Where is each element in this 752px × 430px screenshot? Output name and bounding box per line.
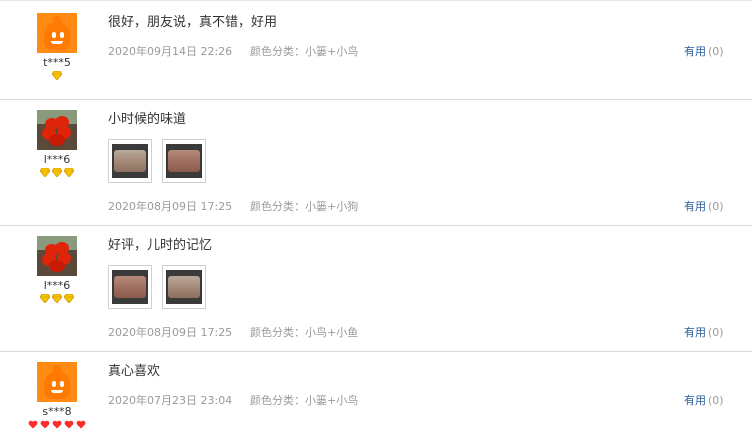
sku-variant: 颜色分类：小篓+小狗: [250, 200, 359, 213]
review-photo-thumbnail[interactable]: [162, 139, 206, 183]
review-date: 2020年07月23日 23:04: [108, 394, 233, 407]
sku-variant: 颜色分类：小篓+小鸟: [250, 45, 359, 58]
reviewer-info: t***5: [22, 13, 92, 81]
review-item: l***6 小时候的味道 2020年08月09日 17:25 颜色分类：小篓+小狗…: [0, 100, 752, 226]
avatar[interactable]: [37, 362, 77, 402]
review-text: 很好，朋友说，真不错，好用: [108, 15, 278, 30]
useful-vote: 有用 (0): [684, 200, 724, 214]
review-text: 小时候的味道: [108, 112, 187, 127]
review-item: l***6 好评，儿时的记忆 2020年08月09日 17:25 颜色分类：小鸟+…: [0, 226, 752, 352]
reviewer-info: s***8: [22, 362, 92, 430]
useful-button[interactable]: 有用: [684, 200, 706, 213]
review-text: 好评，儿时的记忆: [108, 238, 213, 253]
review-content: 小时候的味道: [108, 111, 216, 183]
diamond-icon: [52, 294, 62, 303]
reviewer-info: l***6: [22, 110, 92, 178]
buyer-rank-badge: [22, 294, 92, 304]
review-meta: 2020年09月14日 22:26 颜色分类：小篓+小鸟: [108, 45, 358, 59]
review-photo-thumbnail[interactable]: [108, 139, 152, 183]
review-meta: 2020年08月09日 17:25 颜色分类：小鸟+小鱼: [108, 326, 358, 340]
review-item: s***8 真心喜欢 2020年07月23日 23:04 颜色分类：小篓+小鸟 有…: [0, 352, 752, 430]
useful-count: (0): [708, 200, 724, 213]
reviewer-info: l***6: [22, 236, 92, 304]
review-content: 真心喜欢: [108, 363, 160, 381]
diamond-icon: [52, 71, 62, 80]
diamond-icon: [52, 168, 62, 177]
diamond-icon: [64, 294, 74, 303]
diamond-icon: [40, 168, 50, 177]
useful-count: (0): [708, 326, 724, 339]
useful-vote: 有用 (0): [684, 45, 724, 59]
sku-variant: 颜色分类：小鸟+小鱼: [250, 326, 359, 339]
buyer-rank-badge: [22, 168, 92, 178]
avatar[interactable]: [37, 13, 77, 53]
review-meta: 2020年07月23日 23:04 颜色分类：小篓+小鸟: [108, 394, 358, 408]
avatar[interactable]: [37, 236, 77, 276]
useful-count: (0): [708, 394, 724, 407]
useful-count: (0): [708, 45, 724, 58]
useful-vote: 有用 (0): [684, 394, 724, 408]
useful-button[interactable]: 有用: [684, 394, 706, 407]
review-text: 真心喜欢: [108, 364, 161, 379]
diamond-icon: [64, 168, 74, 177]
reviewer-name: t***5: [43, 56, 71, 69]
reviewer-name: l***6: [43, 279, 71, 292]
review-item: t***5 很好，朋友说，真不错，好用 2020年09月14日 22:26 颜色分…: [0, 1, 752, 100]
review-photo-thumbnail[interactable]: [162, 265, 206, 309]
review-date: 2020年08月09日 17:25: [108, 200, 233, 213]
useful-button[interactable]: 有用: [684, 45, 706, 58]
review-date: 2020年09月14日 22:26: [108, 45, 233, 58]
review-content: 很好，朋友说，真不错，好用: [108, 14, 277, 32]
buyer-rank-badge: [22, 420, 92, 430]
useful-button[interactable]: 有用: [684, 326, 706, 339]
sku-variant: 颜色分类：小篓+小鸟: [250, 394, 359, 407]
buyer-rank-badge: [22, 71, 92, 81]
reviewer-name: s***8: [42, 405, 72, 418]
review-content: 好评，儿时的记忆: [108, 237, 216, 309]
review-meta: 2020年08月09日 17:25 颜色分类：小篓+小狗: [108, 200, 358, 214]
review-date: 2020年08月09日 17:25: [108, 326, 233, 339]
useful-vote: 有用 (0): [684, 326, 724, 340]
diamond-icon: [40, 294, 50, 303]
review-photo-thumbnail[interactable]: [108, 265, 152, 309]
avatar[interactable]: [37, 110, 77, 150]
review-photos: [108, 139, 216, 183]
review-photos: [108, 265, 216, 309]
reviewer-name: l***6: [43, 153, 71, 166]
